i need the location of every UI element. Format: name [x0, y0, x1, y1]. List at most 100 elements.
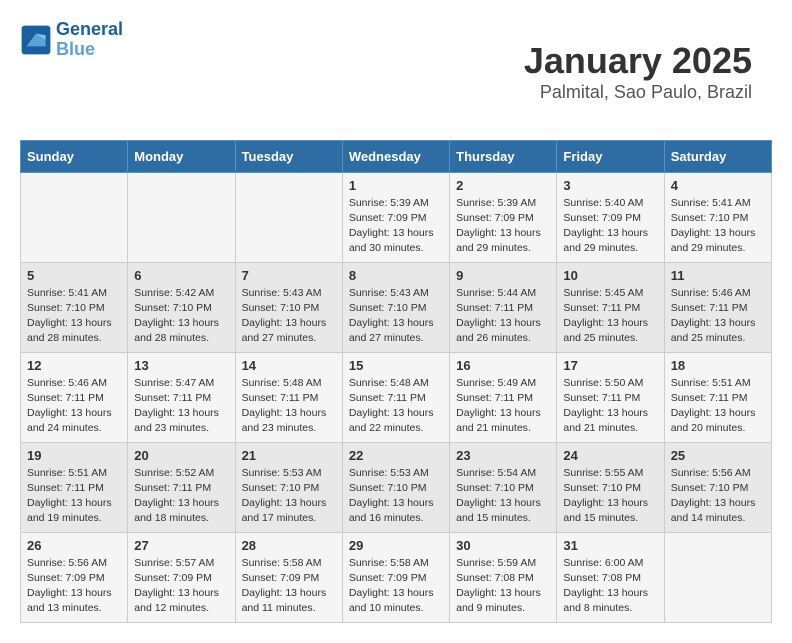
calendar-cell-w0-d0: [21, 172, 128, 262]
header-sunday: Sunday: [21, 140, 128, 172]
calendar-cell-w0-d3: 1Sunrise: 5:39 AM Sunset: 7:09 PM Daylig…: [342, 172, 449, 262]
day-info: Sunrise: 5:57 AM Sunset: 7:09 PM Dayligh…: [134, 556, 228, 617]
day-info: Sunrise: 5:41 AM Sunset: 7:10 PM Dayligh…: [671, 196, 765, 257]
day-info: Sunrise: 5:43 AM Sunset: 7:10 PM Dayligh…: [242, 286, 336, 347]
day-number: 27: [134, 538, 228, 553]
calendar-cell-w2-d6: 18 Sunrise: 5:51 AM Sunset: 7:11 PM Dayli…: [664, 352, 771, 442]
day-info: Sunrise: 5:56 AM Sunset: 7:10 PM Dayligh…: [671, 466, 765, 527]
logo-icon: [20, 24, 52, 56]
day-number: 12: [27, 358, 121, 373]
day-info: Sunrise: 5:40 AM Sunset: 7:09 PM Dayligh…: [563, 196, 657, 257]
calendar-cell-w3-d0: 19 Sunrise: 5:51 AM Sunset: 7:11 PM Dayli…: [21, 442, 128, 532]
calendar-cell-w1-d1: 6 Sunrise: 5:42 AM Sunset: 7:10 PM Daylig…: [128, 262, 235, 352]
calendar-cell-w1-d5: 10 Sunrise: 5:45 AM Sunset: 7:11 PM Dayli…: [557, 262, 664, 352]
day-number: 19: [27, 448, 121, 463]
page-title: January 2025: [524, 40, 752, 82]
day-info: Sunrise: 5:43 AM Sunset: 7:10 PM Dayligh…: [349, 286, 443, 347]
header-thursday: Thursday: [450, 140, 557, 172]
calendar-cell-w0-d4: 2 Sunrise: 5:39 AM Sunset: 7:09 PM Daylig…: [450, 172, 557, 262]
day-info: Sunrise: 5:42 AM Sunset: 7:10 PM Dayligh…: [134, 286, 228, 347]
day-info: Sunrise: 6:00 AM Sunset: 7:08 PM Dayligh…: [563, 556, 657, 617]
day-info: Sunrise: 5:49 AM Sunset: 7:11 PM Dayligh…: [456, 376, 550, 437]
header-saturday: Saturday: [664, 140, 771, 172]
title-section: January 2025 Palmital, Sao Paulo, Brazil: [524, 40, 752, 103]
day-number: 21: [242, 448, 336, 463]
calendar-cell-w2-d0: 12 Sunrise: 5:46 AM Sunset: 7:11 PM Dayli…: [21, 352, 128, 442]
day-info: Sunrise: 5:39 AM Sunset: 7:09 PM Dayligh…: [349, 196, 443, 257]
day-info: Sunrise: 5:48 AM Sunset: 7:11 PM Dayligh…: [242, 376, 336, 437]
day-info: Sunrise: 5:45 AM Sunset: 7:11 PM Dayligh…: [563, 286, 657, 347]
day-info: Sunrise: 5:46 AM Sunset: 7:11 PM Dayligh…: [27, 376, 121, 437]
day-info: Sunrise: 5:47 AM Sunset: 7:11 PM Dayligh…: [134, 376, 228, 437]
day-number: 13: [134, 358, 228, 373]
day-info: Sunrise: 5:52 AM Sunset: 7:11 PM Dayligh…: [134, 466, 228, 527]
calendar-cell-w4-d6: [664, 532, 771, 622]
week-row-2: 12 Sunrise: 5:46 AM Sunset: 7:11 PM Dayli…: [21, 352, 772, 442]
calendar-cell-w1-d4: 9 Sunrise: 5:44 AM Sunset: 7:11 PM Daylig…: [450, 262, 557, 352]
day-info: Sunrise: 5:58 AM Sunset: 7:09 PM Dayligh…: [349, 556, 443, 617]
calendar-cell-w2-d3: 15 Sunrise: 5:48 AM Sunset: 7:11 PM Dayli…: [342, 352, 449, 442]
calendar: Sunday Monday Tuesday Wednesday Thursday…: [20, 140, 772, 623]
day-number: 15: [349, 358, 443, 373]
calendar-cell-w4-d1: 27 Sunrise: 5:57 AM Sunset: 7:09 PM Dayli…: [128, 532, 235, 622]
day-number: 30: [456, 538, 550, 553]
day-number: 6: [134, 268, 228, 283]
header-monday: Monday: [128, 140, 235, 172]
week-row-1: 5 Sunrise: 5:41 AM Sunset: 7:10 PM Daylig…: [21, 262, 772, 352]
day-number: 31: [563, 538, 657, 553]
calendar-cell-w0-d6: 4 Sunrise: 5:41 AM Sunset: 7:10 PM Daylig…: [664, 172, 771, 262]
day-number: 17: [563, 358, 657, 373]
calendar-cell-w2-d5: 17Sunrise: 5:50 AM Sunset: 7:11 PM Dayli…: [557, 352, 664, 442]
day-number: 2: [456, 178, 550, 193]
day-number: 14: [242, 358, 336, 373]
calendar-cell-w4-d0: 26Sunrise: 5:56 AM Sunset: 7:09 PM Dayli…: [21, 532, 128, 622]
day-number: 28: [242, 538, 336, 553]
day-info: Sunrise: 5:41 AM Sunset: 7:10 PM Dayligh…: [27, 286, 121, 347]
day-number: 10: [563, 268, 657, 283]
day-number: 5: [27, 268, 121, 283]
weekday-header-row: Sunday Monday Tuesday Wednesday Thursday…: [21, 140, 772, 172]
day-number: 4: [671, 178, 765, 193]
calendar-cell-w1-d6: 11Sunrise: 5:46 AM Sunset: 7:11 PM Dayli…: [664, 262, 771, 352]
day-info: Sunrise: 5:54 AM Sunset: 7:10 PM Dayligh…: [456, 466, 550, 527]
calendar-cell-w4-d5: 31 Sunrise: 6:00 AM Sunset: 7:08 PM Dayli…: [557, 532, 664, 622]
header-tuesday: Tuesday: [235, 140, 342, 172]
day-info: Sunrise: 5:44 AM Sunset: 7:11 PM Dayligh…: [456, 286, 550, 347]
header-friday: Friday: [557, 140, 664, 172]
calendar-cell-w2-d1: 13 Sunrise: 5:47 AM Sunset: 7:11 PM Dayli…: [128, 352, 235, 442]
calendar-cell-w2-d2: 14 Sunrise: 5:48 AM Sunset: 7:11 PM Dayli…: [235, 352, 342, 442]
day-info: Sunrise: 5:48 AM Sunset: 7:11 PM Dayligh…: [349, 376, 443, 437]
calendar-cell-w3-d6: 25Sunrise: 5:56 AM Sunset: 7:10 PM Dayli…: [664, 442, 771, 532]
day-info: Sunrise: 5:56 AM Sunset: 7:09 PM Dayligh…: [27, 556, 121, 617]
day-number: 9: [456, 268, 550, 283]
calendar-cell-w1-d2: 7 Sunrise: 5:43 AM Sunset: 7:10 PM Daylig…: [235, 262, 342, 352]
day-info: Sunrise: 5:51 AM Sunset: 7:11 PM Dayligh…: [27, 466, 121, 527]
logo-text: General Blue: [56, 20, 123, 60]
day-number: 11: [671, 268, 765, 283]
logo-line2: Blue: [56, 39, 95, 59]
day-number: 24: [563, 448, 657, 463]
calendar-cell-w3-d2: 21 Sunrise: 5:53 AM Sunset: 7:10 PM Dayli…: [235, 442, 342, 532]
logo-line1: General: [56, 20, 123, 40]
day-number: 7: [242, 268, 336, 283]
calendar-cell-w3-d5: 24Sunrise: 5:55 AM Sunset: 7:10 PM Dayli…: [557, 442, 664, 532]
day-number: 18: [671, 358, 765, 373]
calendar-cell-w0-d1: [128, 172, 235, 262]
day-number: 20: [134, 448, 228, 463]
day-info: Sunrise: 5:53 AM Sunset: 7:10 PM Dayligh…: [242, 466, 336, 527]
day-number: 22: [349, 448, 443, 463]
day-number: 8: [349, 268, 443, 283]
day-number: 16: [456, 358, 550, 373]
day-info: Sunrise: 5:53 AM Sunset: 7:10 PM Dayligh…: [349, 466, 443, 527]
day-info: Sunrise: 5:39 AM Sunset: 7:09 PM Dayligh…: [456, 196, 550, 257]
day-number: 29: [349, 538, 443, 553]
page-subtitle: Palmital, Sao Paulo, Brazil: [524, 82, 752, 103]
calendar-cell-w4-d2: 28Sunrise: 5:58 AM Sunset: 7:09 PM Dayli…: [235, 532, 342, 622]
calendar-cell-w3-d4: 23 Sunrise: 5:54 AM Sunset: 7:10 PM Dayli…: [450, 442, 557, 532]
calendar-cell-w3-d1: 20 Sunrise: 5:52 AM Sunset: 7:11 PM Dayli…: [128, 442, 235, 532]
calendar-cell-w3-d3: 22 Sunrise: 5:53 AM Sunset: 7:10 PM Dayli…: [342, 442, 449, 532]
calendar-cell-w1-d3: 8 Sunrise: 5:43 AM Sunset: 7:10 PM Daylig…: [342, 262, 449, 352]
calendar-cell-w4-d4: 30Sunrise: 5:59 AM Sunset: 7:08 PM Dayli…: [450, 532, 557, 622]
day-info: Sunrise: 5:51 AM Sunset: 7:11 PM Dayligh…: [671, 376, 765, 437]
day-number: 23: [456, 448, 550, 463]
